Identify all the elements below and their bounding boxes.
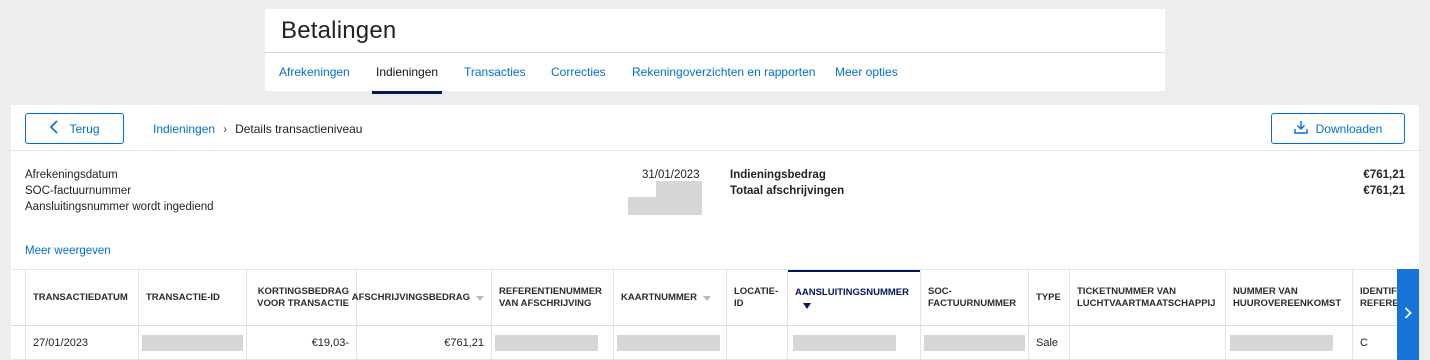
header-kortingsbedrag[interactable]: Kortingsbedrag voor transactie <box>247 270 357 326</box>
header-referentienummer[interactable]: Referentienummer van afschrijving <box>492 270 614 326</box>
tab-transacties[interactable]: Transacties <box>464 53 526 92</box>
tab-meer-opties[interactable]: Meer opties <box>835 53 898 92</box>
table-header-row: Transactiedatum Transactie-ID Kortingsbe… <box>11 270 1419 326</box>
back-button[interactable]: Terug <box>25 113 124 144</box>
cell-aansluitingsnummer-redacted <box>788 326 921 360</box>
chevron-right-icon <box>1404 306 1412 324</box>
header-ticketnummer[interactable]: Ticketnummer van luchtvaartmaatschappij <box>1070 270 1226 326</box>
tab-correcties[interactable]: Correcties <box>551 53 606 92</box>
download-button[interactable]: Downloaden <box>1271 113 1405 144</box>
toolbar: Terug Indieningen › Details transactieni… <box>11 105 1419 151</box>
totaal-afschrijvingen-value: €761,21 <box>1363 185 1405 197</box>
details-panel: Terug Indieningen › Details transactieni… <box>11 105 1419 360</box>
breadcrumb: Indieningen › Details transactieniveau <box>153 122 362 136</box>
page-title: Betalingen <box>281 17 397 44</box>
show-more-link[interactable]: Meer weergeven <box>25 245 111 257</box>
chevron-right-icon: › <box>223 122 228 136</box>
tab-afrekeningen[interactable]: Afrekeningen <box>279 53 350 92</box>
download-icon <box>1293 120 1308 137</box>
row-select-cell <box>11 326 26 360</box>
header-kaartnummer[interactable]: Kaartnummer <box>614 270 727 326</box>
label-soc-factuurnummer: SOC-factuurnummer <box>25 185 132 197</box>
cell-referentienummer-redacted <box>492 326 614 360</box>
indieningsbedrag-value: €761,21 <box>1363 169 1405 181</box>
breadcrumb-link-indieningen[interactable]: Indieningen <box>153 122 215 136</box>
cell-soc-factuurnummer-redacted <box>921 326 1029 360</box>
cell-huurovereenkomst-redacted <box>1226 326 1353 360</box>
sort-icon <box>476 295 484 301</box>
download-button-label: Downloaden <box>1315 121 1383 136</box>
cell-kortingsbedrag: €19,03- <box>247 326 357 360</box>
back-button-label: Terug <box>69 121 100 136</box>
header-type[interactable]: Type <box>1029 270 1070 326</box>
transactions-table: Transactiedatum Transactie-ID Kortingsbe… <box>11 269 1419 360</box>
header-afschrijvingsbedrag[interactable]: Afschrijvingsbedrag <box>352 270 492 326</box>
cell-transactie-id-redacted <box>139 326 247 360</box>
label-totaal-afschrijvingen: Totaal afschrijvingen <box>730 185 845 197</box>
cell-locatie-id <box>727 326 788 360</box>
scroll-right-button[interactable] <box>1397 269 1419 360</box>
cell-ticketnummer <box>1070 326 1226 360</box>
chevron-left-icon <box>49 120 59 137</box>
breadcrumb-current: Details transactieniveau <box>235 122 363 136</box>
header-card: Betalingen Afrekeningen Indieningen Tran… <box>265 9 1165 94</box>
sort-icon <box>703 295 711 301</box>
header-locatie-id[interactable]: Locatie-ID <box>727 270 788 326</box>
tab-bar: Afrekeningen Indieningen Transacties Cor… <box>265 52 1165 94</box>
cell-transactiedatum: 27/01/2023 <box>26 326 139 360</box>
cell-type: Sale <box>1029 326 1070 360</box>
header-transactiedatum[interactable]: Transactiedatum <box>26 270 139 326</box>
header-huurovereenkomst[interactable]: Nummer van huurovereenkomst <box>1226 270 1353 326</box>
label-aansluitingsnummer: Aansluitingsnummer wordt ingediend <box>25 201 214 213</box>
header-transactie-id[interactable]: Transactie-ID <box>139 270 247 326</box>
header-soc-factuurnummer[interactable]: SOC-factuurnummer <box>921 270 1029 326</box>
table-row[interactable]: 27/01/2023 €19,03- €761,21 Sale C <box>11 326 1419 360</box>
header-select-column <box>11 270 26 326</box>
header-aansluitingsnummer[interactable]: Aansluitingsnummer <box>788 270 921 326</box>
redacted-aansluitingsnummer <box>628 197 702 215</box>
label-indieningsbedrag: Indieningsbedrag <box>730 169 826 181</box>
sort-descending-icon <box>803 302 811 309</box>
summary-section: Afrekeningsdatum SOC-factuurnummer Aansl… <box>11 151 1419 269</box>
afrekeningsdatum-value: 31/01/2023 <box>642 169 700 181</box>
label-afrekeningsdatum: Afrekeningsdatum <box>25 169 118 181</box>
tab-indieningen[interactable]: Indieningen <box>371 53 443 94</box>
cell-kaartnummer-redacted <box>614 326 727 360</box>
tab-rekeningoverzichten[interactable]: Rekeningoverzichten en rapporten <box>632 53 815 92</box>
cell-afschrijvingsbedrag: €761,21 <box>357 326 492 360</box>
